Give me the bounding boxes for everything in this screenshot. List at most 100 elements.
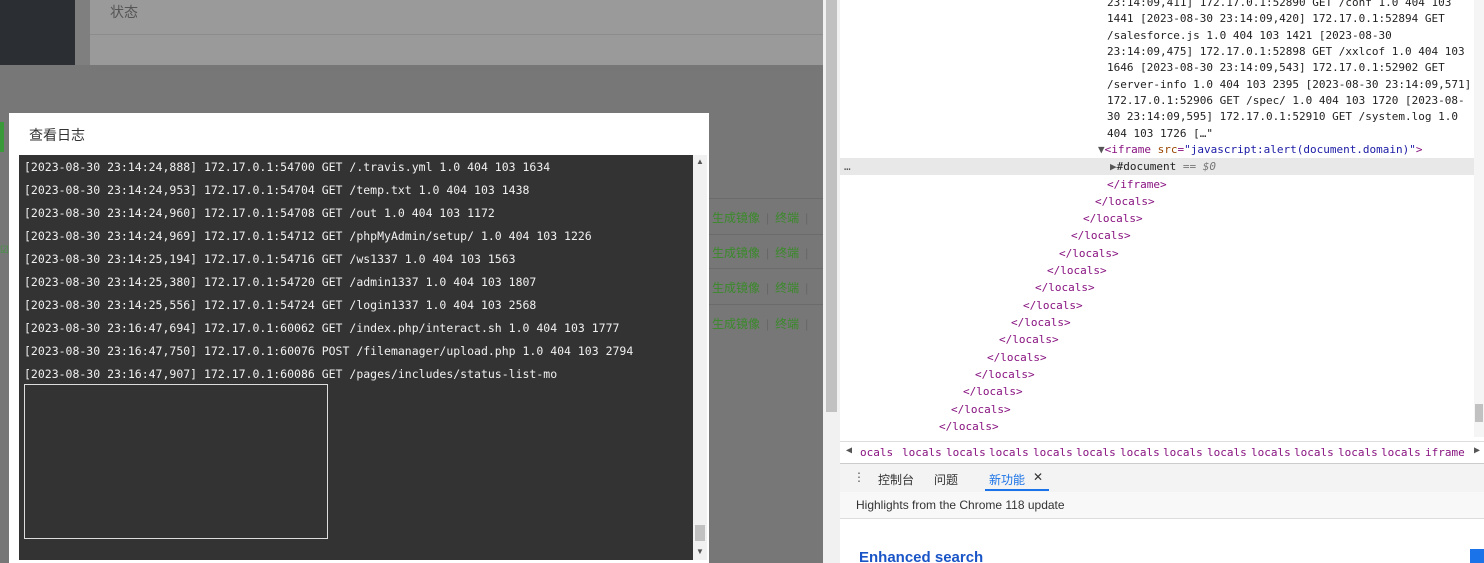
locals-close-tag[interactable]: </locals> [1011,314,1071,331]
scroll-thumb[interactable] [695,525,705,541]
crumb-left-arrow-icon[interactable]: ◀ [846,445,852,456]
scroll-thumb[interactable] [1475,404,1483,422]
breadcrumb-item[interactable]: locals [946,446,986,459]
scroll-thumb[interactable] [826,0,837,412]
text-node-line[interactable]: 1441 [2023-08-30 23:14:09,420] 172.17.0.… [1107,10,1445,27]
log-line: [2023-08-30 23:14:24,888] 172.17.0.1:547… [24,160,551,174]
log-line: [2023-08-30 23:16:47,694] 172.17.0.1:600… [24,321,620,335]
breadcrumb-item[interactable]: locals [1381,446,1421,459]
scroll-up-icon[interactable]: ▲ [696,157,704,166]
locals-close-tag[interactable]: </locals> [1071,227,1131,244]
whats-new-banner: Highlights from the Chrome 118 update [840,492,1484,519]
breadcrumb-item[interactable]: locals [1120,446,1160,459]
generate-image-link[interactable]: 生成镜像 [712,246,760,260]
scroll-down-icon[interactable]: ▼ [696,547,704,556]
divider [708,304,823,305]
drawer-tabbar: ⋮ 控制台 问题 新功能 ✕ [840,463,1484,493]
breadcrumb: ◀ ocals locals locals locals locals loca… [840,441,1484,464]
breadcrumb-item[interactable]: iframe [1425,446,1465,459]
row-checkbox-icon[interactable]: ☑ [0,245,9,256]
app-sidebar [0,0,75,65]
locals-close-tag[interactable]: </locals> [1023,297,1083,314]
log-line: [2023-08-30 23:14:24,960] 172.17.0.1:547… [24,206,495,220]
generate-image-link[interactable]: 生成镜像 [712,281,760,295]
locals-close-tag[interactable]: </locals> [987,349,1047,366]
devtools-panel: 23:14:09,411] 172.17.0.1:52890 GET /conf… [840,0,1484,563]
close-icon[interactable]: ✕ [1033,470,1043,484]
page-scrollbar[interactable] [823,0,840,563]
text-node-line[interactable]: 404 103 1726 […" [1107,125,1213,142]
injected-iframe-box [24,384,328,539]
text-node-line[interactable]: 1646 [2023-08-30 23:14:09,543] 172.17.0.… [1107,59,1445,76]
whats-new-text: Highlights from the Chrome 118 update [856,498,1065,512]
log-line: [2023-08-30 23:14:25,380] 172.17.0.1:547… [24,275,537,289]
locals-close-tag[interactable]: </locals> [1083,210,1143,227]
text-node-line[interactable]: 23:14:09,475] 172.17.0.1:52898 GET /xxlc… [1107,43,1465,60]
text-node-line[interactable]: /salesforce.js 1.0 404 103 1421 [2023-08… [1107,27,1392,44]
tab-issues[interactable]: 问题 [934,471,958,488]
divider [90,34,823,35]
tab-whats-new[interactable]: 新功能 [989,471,1025,488]
status-column-header: 状态 [110,4,138,20]
terminal-link[interactable]: 终端 [775,281,799,295]
breadcrumb-item[interactable]: locals [1076,446,1116,459]
iframe-close-tag[interactable]: </iframe> [1107,176,1167,193]
kebab-menu-icon[interactable]: ⋮ [853,470,865,484]
log-line: [2023-08-30 23:16:47,750] 172.17.0.1:600… [24,344,634,358]
locals-close-tag[interactable]: </locals> [999,331,1059,348]
log-viewer-modal: 查看日志 [2023-08-30 23:14:24,888] 172.17.0.… [9,113,709,563]
enhanced-search-heading[interactable]: Enhanced search [859,549,983,563]
log-line: [2023-08-30 23:14:25,194] 172.17.0.1:547… [24,252,516,266]
locals-close-tag[interactable]: </locals> [1035,279,1095,296]
collapse-triangle-icon[interactable]: ▶ [1110,160,1117,173]
divider [708,198,823,199]
breadcrumb-item[interactable]: locals [1251,446,1291,459]
breadcrumb-item[interactable]: locals [1033,446,1073,459]
locals-close-tag[interactable]: </locals> [975,366,1035,383]
text-node-line[interactable]: 172.17.0.1:52906 GET /spec/ 1.0 404 103 … [1107,92,1465,109]
crumb-right-arrow-icon[interactable]: ▶ [1474,445,1480,456]
corner-badge-icon [1470,549,1484,563]
terminal-link[interactable]: 终端 [775,211,799,225]
terminal-link[interactable]: 终端 [775,317,799,331]
divider [708,234,823,235]
breadcrumb-item[interactable]: locals [1338,446,1378,459]
generate-image-link[interactable]: 生成镜像 [712,317,760,331]
text-node-line[interactable]: 30 23:14:09,595] 172.17.0.1:52910 GET /s… [1107,108,1458,125]
log-line: [2023-08-30 23:14:25,556] 172.17.0.1:547… [24,298,537,312]
terminal-link[interactable]: 终端 [775,246,799,260]
breadcrumb-item[interactable]: locals [1294,446,1334,459]
locals-close-tag[interactable]: </locals> [939,418,999,435]
breadcrumb-item[interactable]: locals [989,446,1029,459]
breadcrumb-item[interactable]: locals [1207,446,1247,459]
text-node-line[interactable]: /server-info 1.0 404 103 2395 [2023-08-3… [1107,76,1471,93]
log-scrollbar[interactable]: ▲ ▼ [693,155,707,560]
locals-close-tag[interactable]: </locals> [951,401,1011,418]
log-line: [2023-08-30 23:14:24,969] 172.17.0.1:547… [24,229,592,243]
row-actions: 生成镜像 | 终端 | [712,281,809,295]
tab-console[interactable]: 控制台 [878,471,914,488]
active-tab-indicator [985,489,1049,491]
more-actions-icon[interactable]: … [844,158,851,175]
document-node[interactable]: ▶#document == $0 [1110,158,1216,175]
locals-close-tag[interactable]: </locals> [1095,193,1155,210]
app-area: 状态 ☑ 生成镜像 | 终端 | 生成镜像 | 终端 | 生成镜像 | 终端 | 生成镜像 | 终端 |… [0,0,823,563]
log-line: [2023-08-30 23:14:24,953] 172.17.0.1:547… [24,183,530,197]
modal-title: 查看日志 [29,127,85,143]
locals-close-tag[interactable]: </locals> [1059,245,1119,262]
row-actions: 生成镜像 | 终端 | [712,317,809,331]
app-panel [90,0,823,65]
row-actions: 生成镜像 | 终端 | [712,211,809,225]
breadcrumb-item[interactable]: locals [902,446,942,459]
elements-tree: 23:14:09,411] 172.17.0.1:52890 GET /conf… [840,0,1474,437]
iframe-open-tag[interactable]: ▼<iframe src="javascript:alert(document.… [1098,141,1423,158]
generate-image-link[interactable]: 生成镜像 [712,211,760,225]
breadcrumb-item[interactable]: locals [1163,446,1203,459]
locals-close-tag[interactable]: </locals> [1047,262,1107,279]
expand-triangle-icon[interactable]: ▼ [1098,143,1105,156]
log-output[interactable]: [2023-08-30 23:14:24,888] 172.17.0.1:547… [19,155,703,560]
green-button-edge[interactable] [0,122,4,152]
breadcrumb-item[interactable]: ocals [860,446,893,459]
locals-close-tag[interactable]: </locals> [963,383,1023,400]
elements-scrollbar[interactable] [1474,0,1484,437]
